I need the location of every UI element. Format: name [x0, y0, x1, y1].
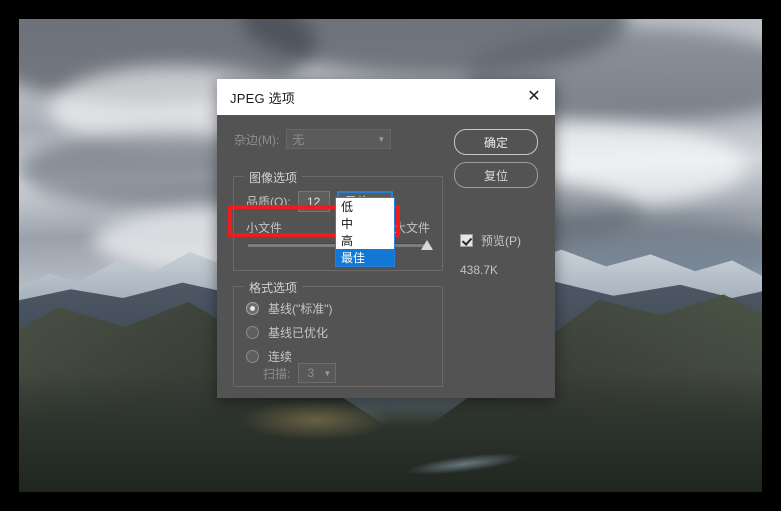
- preview-row: 预览(P): [460, 232, 521, 249]
- quality-label: 品质(Q):: [246, 195, 291, 209]
- slider-min-label: 小文件: [246, 221, 283, 235]
- radio-label: 基线("标准"): [268, 302, 333, 316]
- dropdown-option-medium[interactable]: 中: [336, 215, 394, 232]
- ok-button[interactable]: 确定: [454, 129, 538, 155]
- matte-value: 无: [292, 132, 305, 147]
- matte-select[interactable]: 无 ▼: [286, 129, 392, 149]
- dialog-titlebar: JPEG 选项 ✕: [217, 79, 555, 115]
- file-size-text: 438.7K: [460, 263, 499, 277]
- matte-label: 杂边(M):: [234, 132, 280, 147]
- chevron-down-icon: ▼: [323, 368, 332, 378]
- preview-checkbox[interactable]: [460, 234, 473, 247]
- radio-label: 基线已优化: [268, 326, 329, 340]
- radio-icon: [246, 350, 259, 363]
- radio-baseline-optimized[interactable]: 基线已优化: [246, 324, 328, 341]
- scan-select[interactable]: 3 ▼: [298, 363, 337, 383]
- dialog-title: JPEG 选项: [230, 90, 295, 106]
- scan-row: 扫描: 3 ▼: [263, 363, 337, 383]
- scan-value: 3: [307, 366, 315, 380]
- format-options-group: 格式选项 基线("标准") 基线已优化 连续 扫描: 3 ▼: [233, 279, 443, 387]
- dropdown-option-low[interactable]: 低: [336, 198, 394, 215]
- slider-thumb[interactable]: [421, 240, 433, 250]
- radio-icon: [246, 326, 259, 339]
- dropdown-option-high[interactable]: 高: [336, 232, 394, 249]
- reset-button[interactable]: 复位: [454, 162, 538, 188]
- preview-label: 预览(P): [481, 234, 521, 248]
- chevron-down-icon: ▼: [377, 134, 386, 144]
- image-options-legend: 图像选项: [244, 169, 303, 186]
- matte-row: 杂边(M): 无 ▼: [234, 129, 392, 149]
- dropdown-option-maximum[interactable]: 最佳: [336, 249, 394, 266]
- radio-baseline-standard[interactable]: 基线("标准"): [246, 300, 333, 317]
- quality-input[interactable]: 12: [297, 191, 330, 212]
- slider-max-label: 大文件: [393, 221, 430, 235]
- close-icon[interactable]: ✕: [513, 79, 555, 115]
- sunlit-slope: [241, 400, 391, 440]
- scan-label: 扫描:: [263, 366, 291, 381]
- quality-preset-dropdown[interactable]: 低 中 高 最佳: [335, 197, 395, 267]
- radio-icon: [246, 302, 259, 315]
- format-options-legend: 格式选项: [244, 279, 303, 296]
